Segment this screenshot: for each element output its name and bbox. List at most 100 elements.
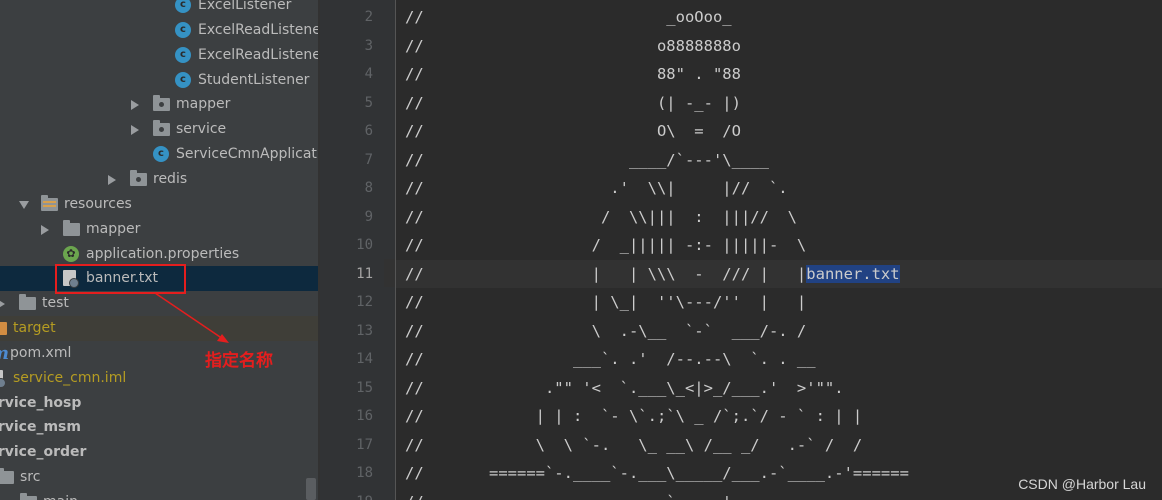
tree-item[interactable]: service_order	[0, 440, 318, 465]
folder-icon	[20, 493, 37, 500]
line-number: 19	[356, 488, 373, 500]
code-line[interactable]: // | | : `- \`.;`\ _ /`;.`/ - ` : | |	[396, 402, 1162, 431]
tree-item-label: src	[20, 469, 41, 486]
code-line[interactable]: // _ooOoo_	[396, 3, 1162, 32]
code-line[interactable]: // / \\||| : |||// \	[396, 203, 1162, 232]
tree-item[interactable]: test	[0, 291, 318, 316]
code-line-text: // o8888888o	[405, 32, 741, 61]
code-line[interactable]: // .' \\| |// `.	[396, 174, 1162, 203]
selected-text: banner.txt	[806, 264, 900, 283]
code-line-text: // \ .-\__ `-` ___/-. /	[405, 317, 806, 346]
tree-item-label: target	[13, 320, 56, 337]
tree-item[interactable]: c ExcelReadListener	[0, 43, 318, 68]
tree-item-label: redis	[153, 170, 188, 187]
ascii-art-text: // .' \\| |// `.	[405, 179, 788, 197]
code-line-text: // ."" '< `.___\_<|>_/___.' >'"".	[405, 374, 844, 403]
code-line[interactable]: // \ \ `-. \_ __\ /__ _/ .-` / /	[396, 431, 1162, 460]
scrollbar-thumb[interactable]	[306, 478, 316, 500]
line-number: 2	[364, 9, 373, 25]
collapsed-arrow-icon[interactable]	[108, 174, 116, 185]
line-number: 17	[356, 436, 373, 453]
package-folder-icon	[153, 95, 170, 112]
line-number: 6	[364, 123, 373, 139]
code-line[interactable]: // O\ = /O	[396, 117, 1162, 146]
code-line-text: // ======`-.____`-.___\_____/___.-`____.…	[405, 459, 909, 488]
tree-item-label: test	[42, 295, 69, 312]
current-line-gutter-highlight	[384, 259, 395, 287]
ascii-art-text: // O\ = /O	[405, 122, 741, 140]
collapsed-arrow-icon[interactable]	[131, 125, 139, 136]
code-line-text: // 88" . "88	[405, 60, 741, 89]
code-editor[interactable]: // _ooOoo_ // o8888888o // 88" . "88 // (| …	[396, 0, 1162, 500]
code-line[interactable]: // | \_| ''\---/'' | |	[396, 288, 1162, 317]
code-line-text: // O\ = /O	[405, 117, 741, 146]
spring-boot-class-icon: c	[153, 146, 169, 163]
collapsed-arrow-icon[interactable]	[131, 100, 139, 111]
package-folder-icon	[130, 169, 147, 186]
folder-icon	[19, 294, 36, 311]
folder-icon	[0, 468, 14, 485]
tree-item[interactable]: c ExcelListener	[0, 0, 318, 18]
ascii-art-text: // \ \ `-. \_ __\ /__ _/ .-` / /	[405, 435, 863, 454]
line-number: 9	[364, 208, 373, 225]
collapsed-arrow-icon[interactable]	[41, 224, 49, 235]
line-number-gutter: 2 3 4 5 6 7 8 9 10 11 12 13 14 15 16 17 18 19	[320, 0, 395, 500]
tree-item-label: resources	[64, 195, 132, 212]
ascii-art-text: // (| -_- |)	[405, 93, 741, 112]
code-line[interactable]: // (| -_- |)	[396, 89, 1162, 118]
line-number: 14	[356, 351, 373, 367]
java-class-icon: c	[175, 46, 191, 63]
tree-item[interactable]: redis	[0, 167, 318, 192]
tree-item-label: main	[43, 490, 78, 500]
tree-item[interactable]: ✿ application.properties	[0, 242, 318, 267]
tree-item-label: StudentListener	[198, 71, 310, 88]
tree-item-label: ServiceCmnApplication	[176, 146, 318, 163]
tree-item-label: service	[176, 121, 227, 138]
tree-item-label: service_cmn.iml	[13, 369, 127, 386]
spring-properties-icon: ✿	[63, 245, 79, 262]
code-line[interactable]: // / _||||| -:- |||||- \	[396, 231, 1162, 260]
code-line-text: // ___`. .' /--.--\ `. . __	[405, 345, 816, 374]
line-number: 18	[356, 465, 373, 481]
ascii-art-text: // ======`-.____`-.___\_____/___.-`____.…	[405, 464, 909, 482]
tree-item[interactable]: main	[0, 490, 318, 500]
java-class-icon: c	[175, 21, 191, 38]
tree-item[interactable]: service	[0, 117, 318, 142]
module-file-icon	[0, 369, 6, 388]
code-line[interactable]: // ___`. .' /--.--\ `. . __	[396, 345, 1162, 374]
tree-item[interactable]: resources	[0, 192, 318, 217]
tree-item-label: ExcelListener	[198, 0, 292, 13]
code-line-text: // | \_| ''\---/'' | |	[405, 288, 806, 317]
tree-item[interactable]: c StudentListener	[0, 68, 318, 93]
tree-item[interactable]: mapper	[0, 92, 318, 117]
code-line[interactable]: // ."" '< `.___\_<|>_/___.' >'"".	[396, 374, 1162, 403]
code-line[interactable]: // \ .-\__ `-` ___/-. /	[396, 317, 1162, 346]
annotation-highlight-box	[55, 264, 186, 294]
code-line-text: // | | \\\ - /// | |banner.txt	[405, 260, 900, 289]
tree-item[interactable]: c ExcelReadListener	[0, 18, 318, 43]
tree-item[interactable]: service_hosp	[0, 391, 318, 416]
collapsed-arrow-icon[interactable]	[0, 299, 5, 310]
ascii-art-text: // / \\||| : |||// \	[405, 207, 797, 226]
tree-item[interactable]: target	[0, 316, 318, 342]
current-code-line[interactable]: // | | \\\ - /// | |banner.txt	[396, 259, 1162, 289]
tree-item[interactable]: mapper	[0, 217, 318, 242]
code-line[interactable]: // ____/`---'\____	[396, 146, 1162, 175]
tree-item[interactable]: src	[0, 465, 318, 490]
tree-item-label: service_order	[0, 444, 87, 461]
code-line[interactable]: // o8888888o	[396, 32, 1162, 61]
code-line[interactable]: // 88" . "88	[396, 60, 1162, 89]
folder-icon	[63, 219, 80, 236]
package-folder-icon	[153, 120, 170, 137]
expanded-arrow-icon[interactable]	[19, 200, 29, 209]
tree-item[interactable]: service_msm	[0, 415, 318, 440]
code-line-text: // (| -_- |)	[405, 89, 741, 118]
ascii-art-text: // 88" . "88	[405, 65, 741, 83]
annotation-text: 指定名称	[205, 351, 273, 371]
ascii-art-text: // ."" '< `.___\_<|>_/___.' >'"".	[405, 378, 844, 397]
line-number: 8	[364, 180, 373, 196]
project-tree-panel: c ExcelListener c ExcelReadListener c ExcelRe…	[0, 0, 318, 500]
line-number: 7	[364, 151, 373, 168]
tree-item-label: pom.xml	[10, 344, 72, 361]
tree-item[interactable]: c ServiceCmnApplication	[0, 142, 318, 167]
